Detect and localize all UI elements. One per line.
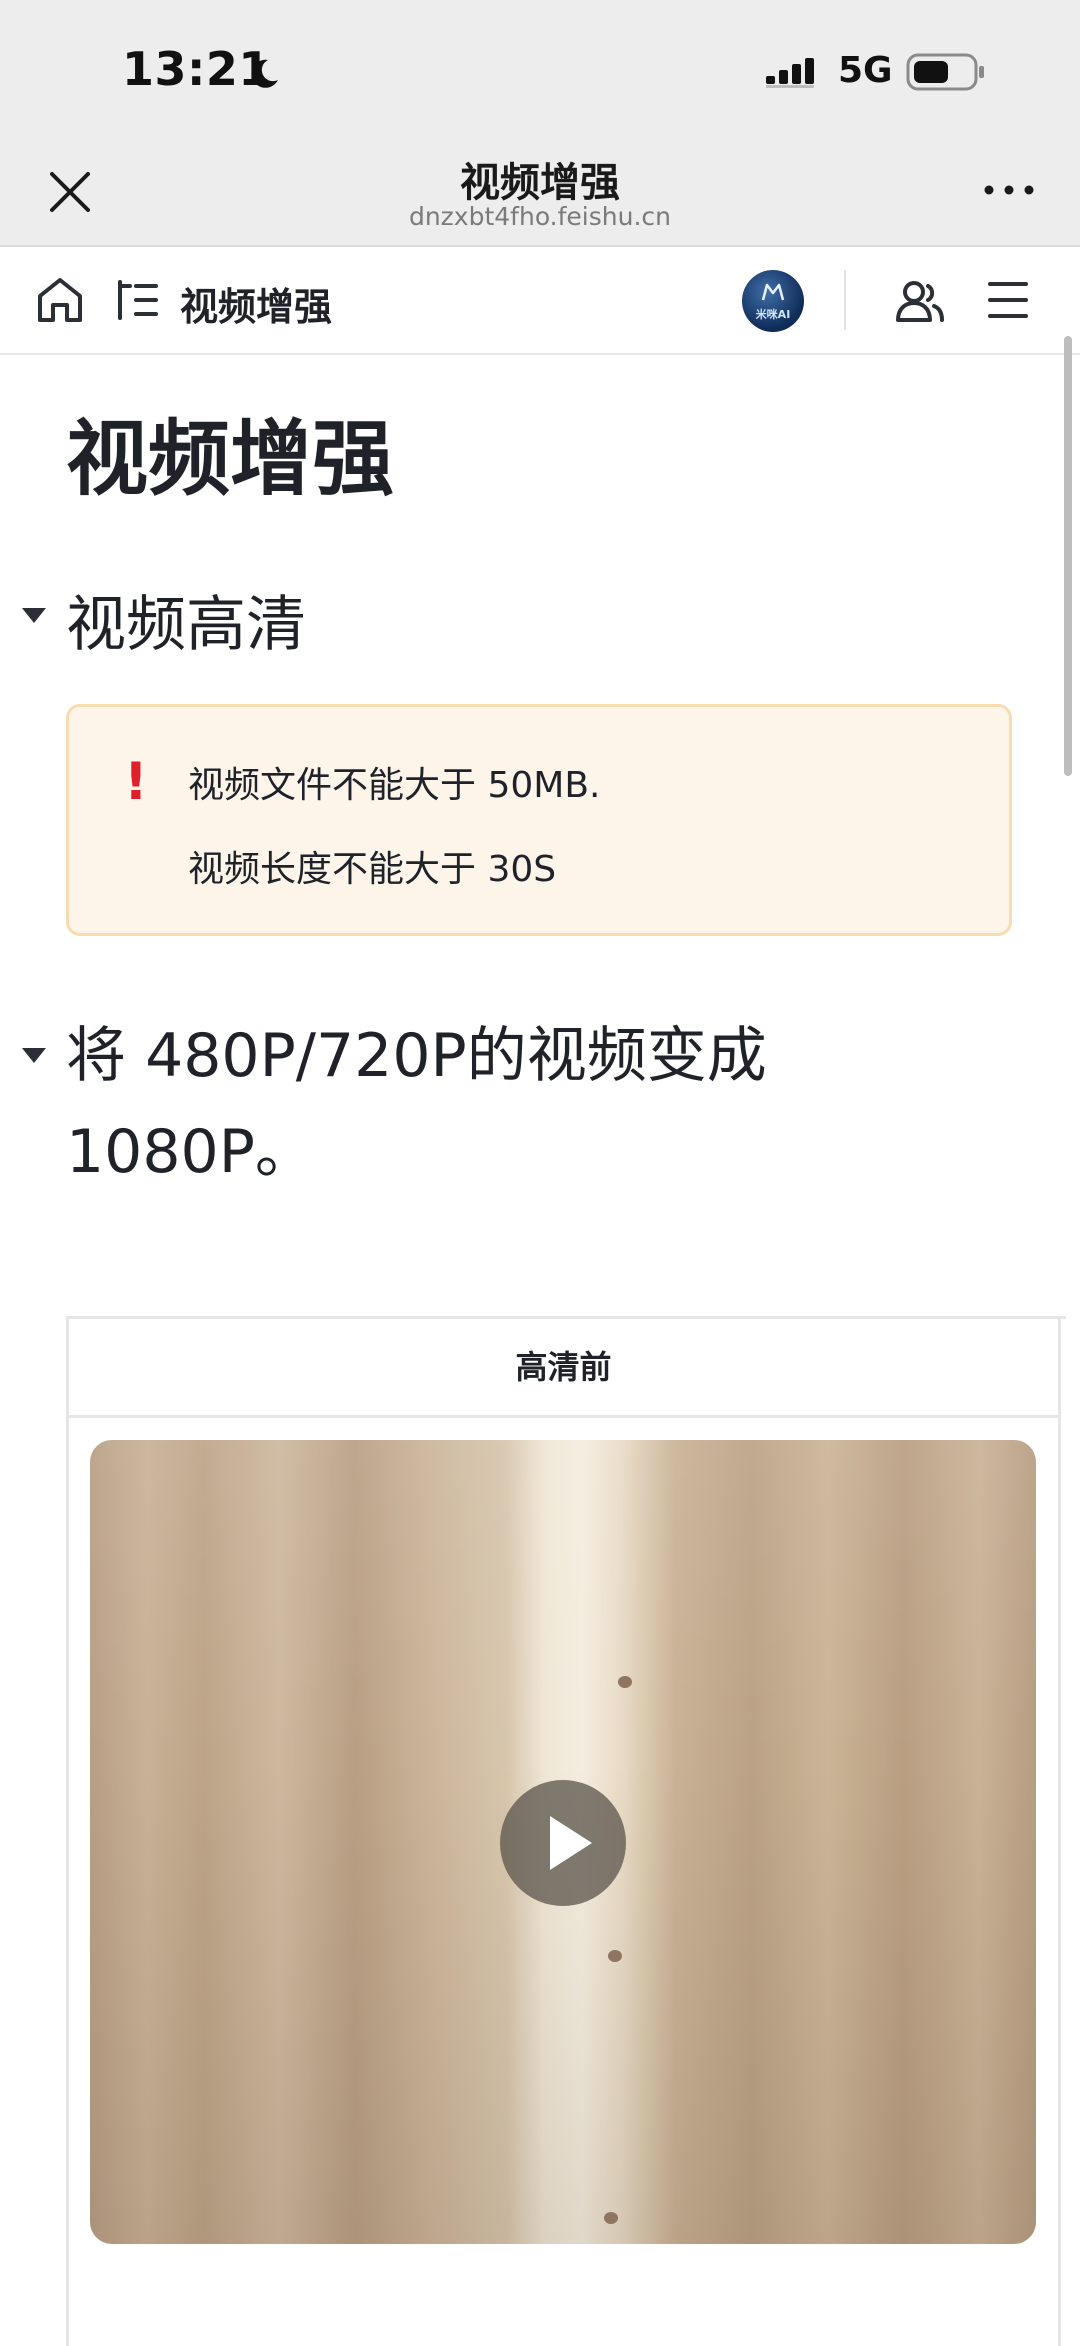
video-player[interactable] <box>90 1440 1036 2244</box>
collapse-caret-icon[interactable] <box>22 608 46 623</box>
section-heading: 将 480P/720P的视频变成1080P。 <box>66 1021 767 1187</box>
network-label: 5G <box>838 50 893 91</box>
page-title: 视频增强 <box>66 412 395 507</box>
home-icon[interactable] <box>32 272 88 328</box>
callout-line: 视频文件不能大于 50MB. <box>188 765 601 806</box>
alert-icon: ! <box>124 752 148 812</box>
window-url: dnzxbt4fho.feishu.cn <box>408 202 672 231</box>
moon-icon <box>251 59 278 88</box>
play-button[interactable] <box>500 1780 626 1906</box>
avatar[interactable]: 米咪AI <box>742 270 804 332</box>
avatar-logo-icon <box>761 283 785 301</box>
table-of-contents-icon[interactable] <box>112 274 164 326</box>
breadcrumb-title[interactable]: 视频增强 <box>180 276 332 331</box>
callout-line: 视频长度不能大于 30S <box>188 849 557 890</box>
callout-box <box>66 704 1012 936</box>
scrollbar[interactable] <box>1064 336 1072 776</box>
coat-button <box>608 1950 622 1962</box>
avatar-text: 米咪AI <box>755 308 791 321</box>
window-title: 视频增强 <box>460 160 620 206</box>
collapse-caret-icon[interactable] <box>22 1048 46 1063</box>
more-options-icon[interactable] <box>980 170 1038 210</box>
coat-button <box>604 2212 618 2224</box>
play-icon <box>550 1816 592 1870</box>
coat-button <box>618 1676 632 1688</box>
signal-icon <box>766 58 814 88</box>
battery-icon <box>906 53 984 91</box>
menu-icon[interactable] <box>984 276 1032 324</box>
section-heading: 视频高清 <box>66 590 306 660</box>
close-icon[interactable] <box>44 166 96 218</box>
toolbar-divider <box>844 270 846 330</box>
table-column-divider <box>1058 1316 1061 2346</box>
collaborators-icon[interactable] <box>892 274 948 330</box>
table-header-cell: 高清前 <box>69 1319 1058 1418</box>
